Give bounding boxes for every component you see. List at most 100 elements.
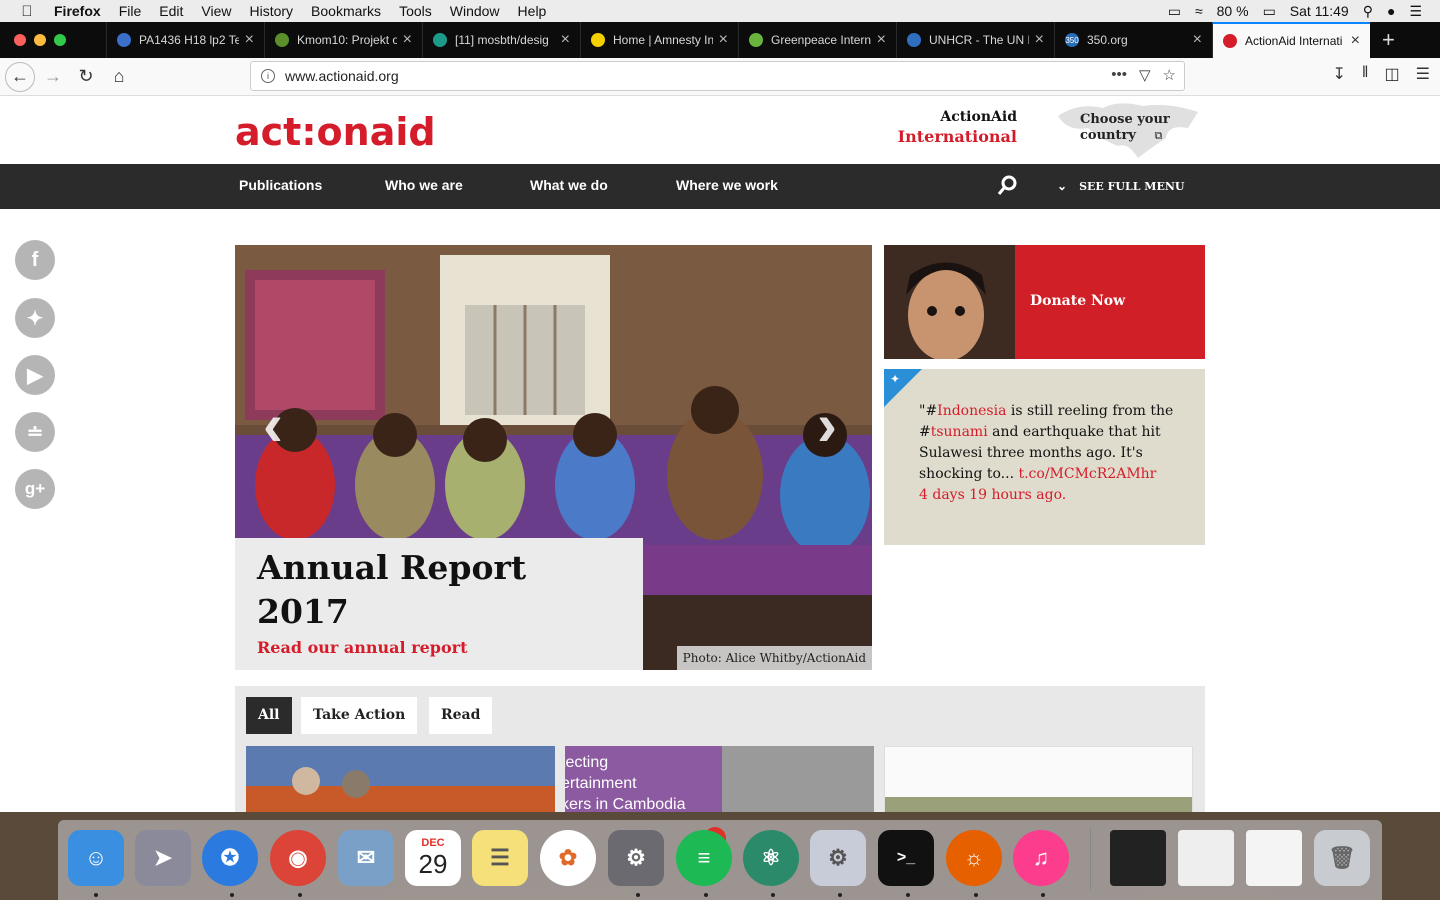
launchpad-icon[interactable]: ➤ [135, 830, 191, 886]
nav-publications[interactable]: Publications [239, 164, 322, 209]
nav-where-we-work[interactable]: Where we work [676, 164, 778, 209]
calendar-icon[interactable]: DEC 29 [405, 830, 461, 886]
browser-tab[interactable]: ActionAid Internati × [1212, 22, 1370, 58]
close-tab-icon[interactable]: × [245, 31, 254, 49]
photos-icon[interactable]: ✿ [540, 830, 596, 886]
browser-tab[interactable]: Home | Amnesty In × [580, 22, 738, 58]
new-tab-button[interactable]: + [1382, 27, 1395, 53]
nav-who-we-are[interactable]: Who we are [385, 164, 463, 209]
menu-bookmarks[interactable]: Bookmarks [302, 3, 390, 19]
youtube-icon[interactable]: ▶ [15, 355, 55, 395]
search-icon[interactable] [997, 175, 1017, 197]
content-card-2[interactable]: tecting ertainment kers in Cambodia [565, 746, 874, 812]
spotlight-icon[interactable]: ⚲ [1363, 3, 1373, 20]
close-tab-icon[interactable]: × [1035, 31, 1044, 49]
reload-button[interactable]: ↻ [71, 62, 101, 92]
filter-all[interactable]: All [246, 697, 292, 734]
mail-icon[interactable]: ✉ [338, 830, 394, 886]
see-full-menu-button[interactable]: ⌄ SEE FULL MENU [1057, 179, 1185, 193]
annual-report-link[interactable]: Read our annual report [257, 638, 643, 657]
menu-app-firefox[interactable]: Firefox [54, 3, 110, 19]
close-tab-icon[interactable]: × [1193, 31, 1202, 49]
bookmark-star-icon[interactable]: ☆ [1163, 66, 1176, 84]
google-plus-icon[interactable]: g+ [15, 469, 55, 509]
clock[interactable]: Sat 11:49 [1290, 3, 1349, 19]
filter-read[interactable]: Read [429, 697, 493, 734]
menu-edit[interactable]: Edit [150, 3, 192, 19]
twitter-icon[interactable]: ✦ [15, 298, 55, 338]
close-window-button[interactable] [14, 34, 26, 46]
content-card-3[interactable] [884, 746, 1193, 812]
back-button[interactable]: ← [5, 61, 35, 92]
browser-tab[interactable]: UNHCR - The UN R × [896, 22, 1054, 58]
library-icon[interactable]: ‖ [1362, 64, 1369, 84]
menu-file[interactable]: File [110, 3, 151, 19]
apple-icon[interactable]:  [0, 3, 54, 20]
rss-icon[interactable]: ≐ [15, 412, 55, 452]
chrome-icon[interactable]: ◉ [270, 830, 326, 886]
window-thumbnail-3[interactable] [1246, 830, 1302, 886]
page-actions-icon[interactable]: ••• [1111, 66, 1127, 84]
donate-now-banner[interactable]: Donate Now [884, 245, 1205, 359]
content-card-1[interactable] [246, 746, 555, 812]
minimize-window-button[interactable] [34, 34, 46, 46]
carousel-prev-button[interactable]: ‹ [263, 390, 283, 459]
battery-icon[interactable]: ▭ [1263, 3, 1276, 20]
firefox-icon[interactable]: ☼ [946, 830, 1002, 886]
wifi-icon[interactable]: ≈ [1195, 3, 1203, 19]
menu-help[interactable]: Help [509, 3, 556, 19]
nav-what-we-do[interactable]: What we do [530, 164, 608, 209]
battery-percent[interactable]: 80 % [1217, 3, 1249, 19]
sidebar-icon[interactable]: ◫ [1385, 64, 1400, 84]
browser-tab[interactable]: PA1436 H18 lp2 Te × [106, 22, 264, 58]
terminal-icon[interactable]: >_ [878, 830, 934, 886]
close-tab-icon[interactable]: × [561, 31, 570, 49]
close-tab-icon[interactable]: × [719, 31, 728, 49]
site-info-icon[interactable]: i [261, 69, 275, 83]
menu-history[interactable]: History [240, 3, 302, 19]
spotify-icon[interactable]: ≡ [676, 830, 732, 886]
facebook-icon[interactable]: f [15, 240, 55, 280]
system-preferences-icon[interactable]: ⚙ [608, 830, 664, 886]
safari-icon[interactable]: ✪ [202, 830, 258, 886]
itunes-icon[interactable]: ♫ [1013, 830, 1069, 886]
browser-tab[interactable]: [11] mosbth/desig × [422, 22, 580, 58]
window-thumbnail-2[interactable] [1178, 830, 1234, 886]
zoom-window-button[interactable] [54, 34, 66, 46]
downloads-icon[interactable]: ↧ [1333, 64, 1346, 84]
finder-icon[interactable]: ☺ [68, 830, 124, 886]
preferences-gear-icon[interactable]: ⚙ [810, 830, 866, 886]
choose-country-button[interactable]: Choose your country ⧉ [1048, 98, 1203, 160]
actionaid-international-link[interactable]: ActionAid International [880, 108, 1017, 146]
filter-take-action[interactable]: Take Action [301, 697, 418, 734]
browser-tab[interactable]: Greenpeace Intern × [738, 22, 896, 58]
airplay-icon[interactable]: ▭ [1168, 3, 1181, 20]
forward-button[interactable]: → [38, 62, 68, 92]
hashtag-indonesia[interactable]: Indonesia [937, 403, 1006, 419]
carousel-next-button[interactable]: › [817, 390, 837, 459]
trash-icon[interactable]: 🗑 [1314, 830, 1370, 886]
pocket-icon[interactable]: ▽ [1139, 66, 1151, 84]
url-bar[interactable]: i www.actionaid.org ••• ▽ ☆ [250, 61, 1185, 91]
tweet-time[interactable]: 4 days 19 hours ago. [919, 485, 1189, 506]
atom-icon[interactable]: ⚛ [743, 830, 799, 886]
siri-icon[interactable]: ● [1387, 3, 1395, 19]
menu-tools[interactable]: Tools [390, 3, 441, 19]
url-text[interactable]: www.actionaid.org [285, 68, 399, 84]
browser-tab[interactable]: 350 350.org × [1054, 22, 1212, 58]
spotify-window-thumbnail[interactable] [1110, 830, 1166, 886]
close-tab-icon[interactable]: × [1351, 32, 1360, 50]
close-tab-icon[interactable]: × [877, 31, 886, 49]
notes-icon[interactable]: ☰ [472, 830, 528, 886]
tweet-link[interactable]: t.co/MCMcR2AMhr [1018, 466, 1156, 482]
hero-carousel[interactable]: ‹ › Annual Report 2017 Read our annual r… [235, 245, 872, 670]
browser-tab[interactable]: Kmom10: Projekt o × [264, 22, 422, 58]
actionaid-logo[interactable]: act:onaid [235, 110, 436, 154]
menu-view[interactable]: View [192, 3, 240, 19]
hashtag-tsunami[interactable]: tsunami [931, 424, 988, 440]
notification-center-icon[interactable]: ☰ [1409, 3, 1422, 20]
home-button[interactable]: ⌂ [104, 62, 134, 92]
close-tab-icon[interactable]: × [403, 31, 412, 49]
menu-hamburger-icon[interactable]: ☰ [1416, 64, 1430, 84]
menu-window[interactable]: Window [441, 3, 509, 19]
